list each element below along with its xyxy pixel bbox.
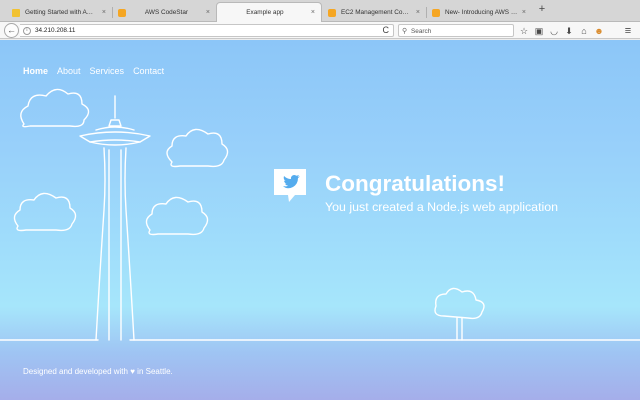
tab-ec2-console[interactable]: EC2 Management Console × [322, 3, 426, 22]
tab-title: AWS CodeStar [144, 9, 188, 16]
getting-started-favicon-icon [12, 8, 20, 17]
tree-icon [434, 287, 485, 341]
close-icon[interactable]: × [102, 9, 106, 16]
site-navigation: Home About Services Contact [23, 66, 164, 76]
close-icon[interactable]: × [206, 9, 210, 16]
subheadline: You just created a Node.js web applicati… [325, 200, 559, 214]
download-icon[interactable]: ⬇ [563, 25, 575, 37]
nav-services-link[interactable]: Services [90, 66, 125, 76]
bookmark-star-icon[interactable]: ☆ [518, 25, 530, 37]
menu-icon[interactable]: ≡ [622, 25, 634, 37]
cloud-top-left [20, 88, 90, 128]
back-button[interactable]: ← [4, 23, 19, 38]
info-icon[interactable]: i [23, 27, 31, 35]
twitter-bubble-icon[interactable] [273, 168, 307, 204]
home-icon[interactable]: ⌂ [578, 25, 590, 37]
nav-contact-link[interactable]: Contact [133, 66, 164, 76]
url-text[interactable]: 34.210.208.11 [35, 27, 75, 34]
reading-list-icon[interactable]: ▣ [533, 25, 545, 37]
cloud-bottom-left [13, 192, 77, 232]
tab-strip: Getting Started with AWS ... × AWS CodeS… [0, 0, 640, 22]
close-icon[interactable]: × [416, 9, 420, 16]
nav-about-link[interactable]: About [57, 66, 81, 76]
address-bar[interactable]: i 34.210.208.11 C [20, 24, 394, 37]
tab-title: Example app [246, 9, 284, 16]
search-icon: ⚲ [402, 28, 408, 35]
search-input[interactable] [411, 26, 507, 36]
cloud-right [166, 128, 229, 168]
aws-favicon-icon [328, 8, 336, 17]
seattle-skyline-illustration [0, 88, 640, 341]
aws-favicon-icon [432, 8, 440, 17]
nav-home-link[interactable]: Home [23, 66, 48, 76]
navigation-toolbar: ← i 34.210.208.11 C ⚲ ☆ ▣ ◡ ⬇ ⌂ ☻ ≡ [0, 22, 640, 39]
footer-text: Designed and developed with ♥ in Seattle… [23, 367, 173, 376]
close-icon[interactable]: × [311, 9, 315, 16]
new-tab-button[interactable]: + [536, 3, 548, 15]
pocket-icon[interactable]: ◡ [548, 25, 560, 37]
tab-title: EC2 Management Console [341, 9, 412, 16]
cloud-middle [145, 196, 209, 236]
aws-favicon-icon [118, 8, 126, 17]
tab-title: New- Introducing AWS Cod... [445, 9, 518, 16]
close-icon[interactable]: × [522, 9, 526, 16]
reload-icon[interactable]: C [383, 25, 390, 35]
tab-getting-started[interactable]: Getting Started with AWS ... × [6, 3, 112, 22]
tab-aws-codestar[interactable]: AWS CodeStar × [112, 3, 216, 22]
tab-introducing-aws[interactable]: New- Introducing AWS Cod... × [426, 3, 532, 22]
headline: Congratulations! [325, 171, 505, 196]
page-viewport: Home About Services Contact Congratulati… [0, 40, 640, 400]
space-needle-icon [79, 95, 151, 341]
tab-title: Getting Started with AWS ... [25, 9, 98, 16]
search-box[interactable]: ⚲ [398, 24, 514, 37]
tab-example-app[interactable]: Example app × [216, 2, 322, 22]
profile-avatar-icon[interactable]: ☻ [593, 25, 605, 37]
